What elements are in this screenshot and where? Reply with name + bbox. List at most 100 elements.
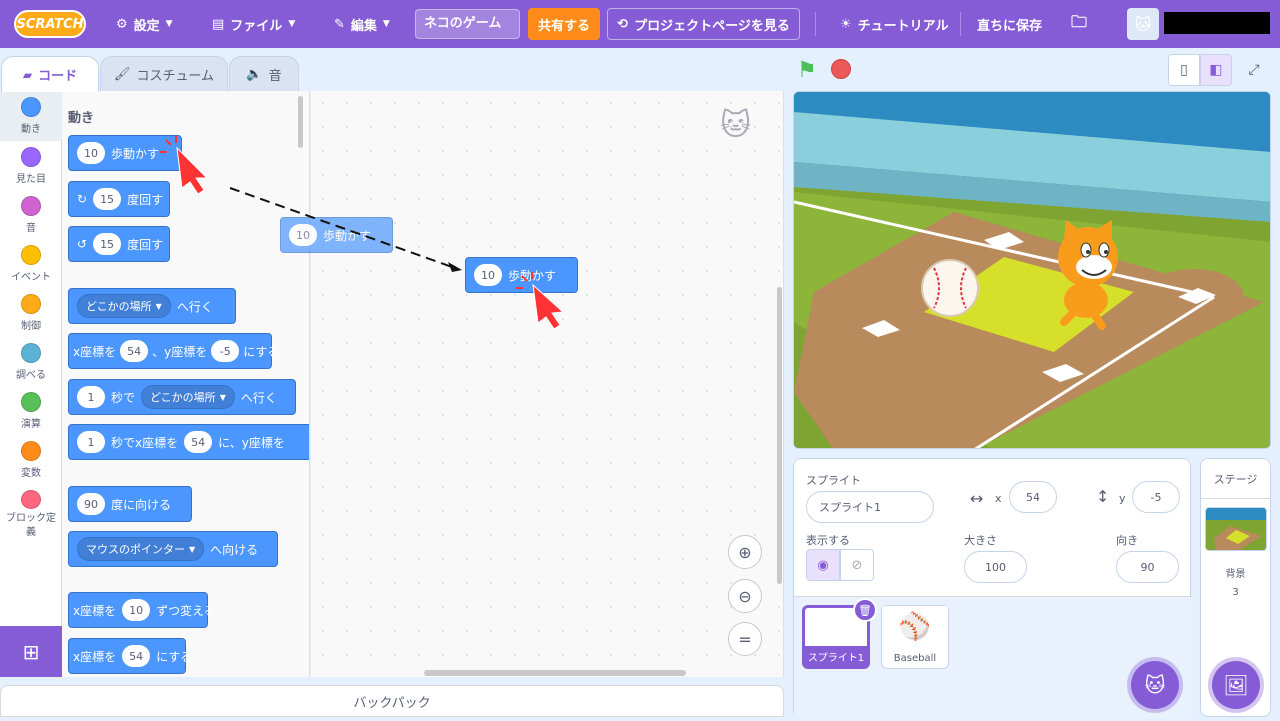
trash-icon: 🗑 bbox=[858, 603, 872, 617]
settings-menu[interactable]: ⚙ 設定 ▼ bbox=[116, 0, 173, 48]
block-text: ずつ変える bbox=[156, 603, 216, 618]
point-towards-block[interactable]: マウスのポインター ▼ へ向ける bbox=[68, 531, 278, 567]
tutorials-button[interactable]: ☀ チュートリアル bbox=[840, 0, 949, 48]
folder-icon[interactable]: 🗀 bbox=[1071, 0, 1087, 48]
zoom-reset-button[interactable]: = bbox=[728, 622, 762, 656]
chevron-down-icon: ▼ bbox=[219, 392, 226, 402]
hide-eye-icon[interactable]: ⊘ bbox=[840, 549, 874, 581]
avatar[interactable]: 🐱 bbox=[1127, 8, 1159, 40]
see-project-page-button[interactable]: ⟲ プロジェクトページを見る bbox=[607, 8, 800, 40]
category-sound[interactable]: 音 bbox=[0, 190, 62, 240]
goto-block[interactable]: どこかの場所 ▼ へ行く bbox=[68, 288, 236, 324]
block-text: 度回す bbox=[127, 192, 164, 207]
delete-sprite-button[interactable]: 🗑 bbox=[853, 598, 877, 622]
glide-xy-block[interactable]: 1 秒でx座標を 54 に、y座標を bbox=[68, 424, 309, 460]
palette-scrollbar[interactable] bbox=[298, 96, 303, 148]
script-horizontal-scrollbar[interactable] bbox=[424, 670, 686, 676]
stop-icon[interactable] bbox=[831, 59, 851, 79]
large-stage-button[interactable]: ◧ bbox=[1200, 54, 1232, 86]
gear-icon: ⚙ bbox=[116, 16, 128, 32]
direction-input[interactable]: 90 bbox=[1116, 551, 1179, 583]
project-title-input[interactable]: ネコのゲーム bbox=[415, 9, 520, 39]
set-x-block[interactable]: x座標を 54 にする bbox=[68, 638, 192, 674]
category-looks[interactable]: 見た目 bbox=[0, 141, 62, 191]
x-input[interactable]: 54 bbox=[184, 431, 213, 453]
category-sensing[interactable]: 調べる bbox=[0, 337, 62, 387]
zoom-out-icon: ⊖ bbox=[738, 586, 752, 606]
x-position-input[interactable]: 54 bbox=[1009, 481, 1057, 513]
x-change-input[interactable]: 10 bbox=[122, 599, 151, 621]
stage-thumbnail[interactable] bbox=[1205, 507, 1267, 551]
turn-right-block[interactable]: ↻ 15 度回す bbox=[68, 181, 170, 217]
turn-left-block[interactable]: ↺ 15 度回す bbox=[68, 226, 170, 262]
file-menu[interactable]: ▤ ファイル ▼ bbox=[212, 0, 295, 48]
show-eye-icon[interactable]: ◉ bbox=[806, 549, 840, 581]
category-motion[interactable]: 動き bbox=[0, 91, 62, 141]
x-label: x bbox=[995, 492, 1002, 505]
degrees-input[interactable]: 15 bbox=[93, 233, 122, 255]
choose-backdrop-button[interactable]: 🖼 bbox=[1212, 661, 1260, 709]
category-events[interactable]: イベント bbox=[0, 239, 62, 289]
category-dot-icon bbox=[21, 245, 41, 265]
category-label: 音 bbox=[26, 223, 36, 234]
category-variables[interactable]: 変数 bbox=[0, 435, 62, 485]
tab-sounds-label: 音 bbox=[268, 69, 282, 84]
goto-target-dropdown[interactable]: どこかの場所 ▼ bbox=[77, 294, 171, 318]
pencil-icon: ✎ bbox=[334, 16, 345, 32]
category-dot-icon bbox=[21, 196, 41, 216]
category-label: 演算 bbox=[21, 419, 41, 430]
small-stage-button[interactable]: ▯ bbox=[1168, 54, 1200, 86]
username-redacted[interactable] bbox=[1164, 12, 1270, 34]
tab-costumes[interactable]: 🖌 コスチューム bbox=[100, 56, 228, 92]
steps-input[interactable]: 10 bbox=[474, 264, 502, 286]
fullscreen-button[interactable]: ⤢ bbox=[1238, 54, 1270, 86]
dragging-ghost-block[interactable]: 10 歩動かす bbox=[280, 217, 393, 253]
steps-input[interactable]: 10 bbox=[77, 142, 105, 164]
y-position-input[interactable]: -5 bbox=[1132, 481, 1180, 513]
point-towards-dropdown[interactable]: マウスのポインター ▼ bbox=[77, 537, 205, 561]
scratch-logo[interactable]: SCRATCH bbox=[14, 10, 86, 38]
glide-block[interactable]: 1 秒で どこかの場所 ▼ へ行く bbox=[68, 379, 296, 415]
point-direction-block[interactable]: 90 度に向ける bbox=[68, 486, 192, 522]
category-operators[interactable]: 演算 bbox=[0, 386, 62, 436]
add-extension-button[interactable]: ⊞ bbox=[0, 626, 62, 677]
seconds-input[interactable]: 1 bbox=[77, 431, 105, 453]
stage-canvas[interactable] bbox=[793, 91, 1271, 449]
goto-xy-block[interactable]: x座標を 54 、y座標を -5 にする bbox=[68, 333, 279, 369]
zoom-out-button[interactable]: ⊖ bbox=[728, 579, 762, 613]
image-plus-icon: 🖼 bbox=[1223, 673, 1249, 697]
choose-sprite-button[interactable]: 🐱 bbox=[1131, 661, 1179, 709]
x-input[interactable]: 54 bbox=[122, 645, 151, 667]
green-flag-icon[interactable]: ⚑ bbox=[797, 58, 817, 83]
backpack[interactable]: バックパック bbox=[0, 685, 784, 717]
tab-code[interactable]: ▰ コード bbox=[1, 56, 99, 92]
tab-sounds[interactable]: 🔈 音 bbox=[229, 56, 299, 92]
x-input[interactable]: 54 bbox=[120, 340, 149, 362]
script-area[interactable] bbox=[311, 91, 784, 677]
dropdown-value: マウスのポインター bbox=[86, 543, 185, 556]
sprite-thumbnail-baseball[interactable]: ⚾ Baseball bbox=[881, 605, 949, 669]
category-my-blocks[interactable]: ブロック定義 bbox=[0, 484, 62, 540]
dropped-move-block[interactable]: 10 歩動かす bbox=[465, 257, 578, 293]
glide-target-dropdown[interactable]: どこかの場所 ▼ bbox=[141, 385, 235, 409]
share-button[interactable]: 共有する bbox=[528, 8, 600, 40]
sprite-name-input[interactable]: スプライト1 bbox=[806, 491, 934, 523]
size-input[interactable]: 100 bbox=[964, 551, 1027, 583]
category-control[interactable]: 制御 bbox=[0, 288, 62, 338]
script-vertical-scrollbar[interactable] bbox=[777, 287, 782, 584]
stage-selector[interactable]: ステージ 背景 3 🖼 bbox=[1200, 458, 1271, 717]
degrees-input[interactable]: 15 bbox=[93, 188, 122, 210]
y-input[interactable]: -5 bbox=[211, 340, 240, 362]
save-now-button[interactable]: 直ちに保存 bbox=[977, 0, 1042, 48]
zoom-in-button[interactable]: ⊕ bbox=[728, 535, 762, 569]
block-palette: 動き 10 歩動かす ↻ 15 度回す ↺ 15 度回す どこかの場所 ▼ へ行く… bbox=[62, 91, 310, 677]
block-text: x座標を bbox=[73, 603, 117, 618]
block-text: へ行く bbox=[176, 299, 213, 314]
change-x-block[interactable]: x座標を 10 ずつ変える bbox=[68, 592, 216, 628]
fullscreen-icon: ⤢ bbox=[1248, 62, 1260, 78]
move-steps-block[interactable]: 10 歩動かす bbox=[68, 135, 182, 171]
seconds-input[interactable]: 1 bbox=[77, 386, 105, 408]
edit-menu[interactable]: ✎ 編集 ▼ bbox=[334, 0, 390, 48]
y-label: y bbox=[1119, 492, 1126, 505]
direction-input[interactable]: 90 bbox=[77, 493, 105, 515]
